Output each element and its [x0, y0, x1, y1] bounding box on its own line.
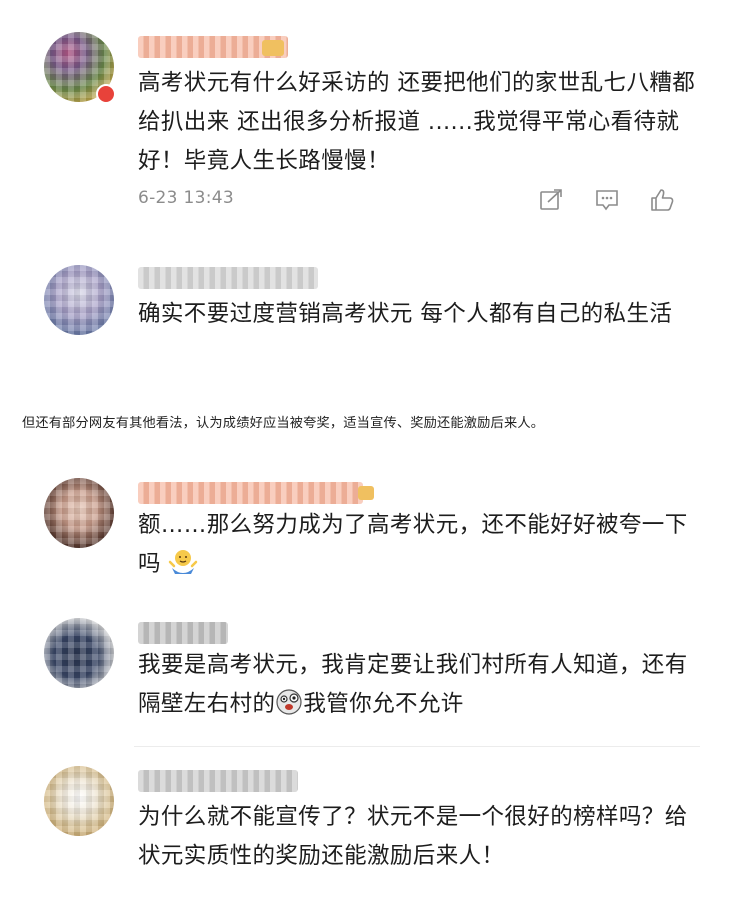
divider [134, 746, 700, 747]
comment-text-content-after: 我管你允不允许 [303, 691, 464, 717]
comment-card-1: 高考状元有什么好采访的 还要把他们的家世乱七八糟都给扒出来 还出很多分析报道 .… [0, 0, 729, 240]
avatar[interactable] [44, 766, 114, 836]
comment-text: 我要是高考状元，我肯定要让我们村所有人知道，还有隔壁左右村的 我管你允不允许 [138, 646, 698, 724]
username-blurred[interactable] [138, 267, 318, 289]
comment-card-2: 确实不要过度营销高考状元 每个人都有自己的私生活 [0, 255, 729, 395]
crazy-face-emoji [276, 689, 303, 715]
avatar[interactable] [44, 265, 114, 335]
avatar[interactable] [44, 478, 114, 548]
like-icon[interactable] [649, 188, 675, 212]
username-blurred[interactable] [138, 482, 363, 504]
verified-badge-icon [96, 84, 116, 104]
comment-text: 额……那么努力成为了高考状元，还不能好好被夸一下吗 [138, 506, 698, 584]
username-blurred[interactable] [138, 770, 298, 792]
member-badge-icon [262, 40, 284, 56]
comment-text-content: 额……那么努力成为了高考状元，还不能好好被夸一下吗 [138, 512, 688, 577]
meta-row: 6-23 13:43 [138, 188, 683, 212]
comment-card-5: 为什么就不能宣传了？状元不是一个很好的榜样吗？给状元实质性的奖励还能激励后来人！ [0, 758, 729, 901]
avatar[interactable] [44, 618, 114, 688]
comment-card-4: 我要是高考状元，我肯定要让我们村所有人知道，还有隔壁左右村的 我管你允不允许 [0, 610, 729, 750]
username-blurred[interactable] [138, 622, 228, 644]
timestamp: 6-23 13:43 [138, 188, 234, 208]
member-badge-icon [358, 486, 374, 500]
comment-text: 确实不要过度营销高考状元 每个人都有自己的私生活 [138, 301, 673, 327]
comment-icon[interactable] [594, 188, 620, 212]
comment-text: 高考状元有什么好采访的 还要把他们的家世乱七八糟都给扒出来 还出很多分析报道 .… [138, 70, 696, 174]
article-caption: 但还有部分网友有其他看法，认为成绩好应当被夸奖，适当宣传、奖励还能激励后来人。 [22, 416, 545, 431]
share-icon[interactable] [538, 188, 564, 212]
comment-text: 为什么就不能宣传了？状元不是一个很好的榜样吗？给状元实质性的奖励还能激励后来人！ [138, 804, 688, 869]
comment-card-3: 额……那么努力成为了高考状元，还不能好好被夸一下吗 [0, 470, 729, 595]
shrug-emoji [169, 550, 198, 574]
